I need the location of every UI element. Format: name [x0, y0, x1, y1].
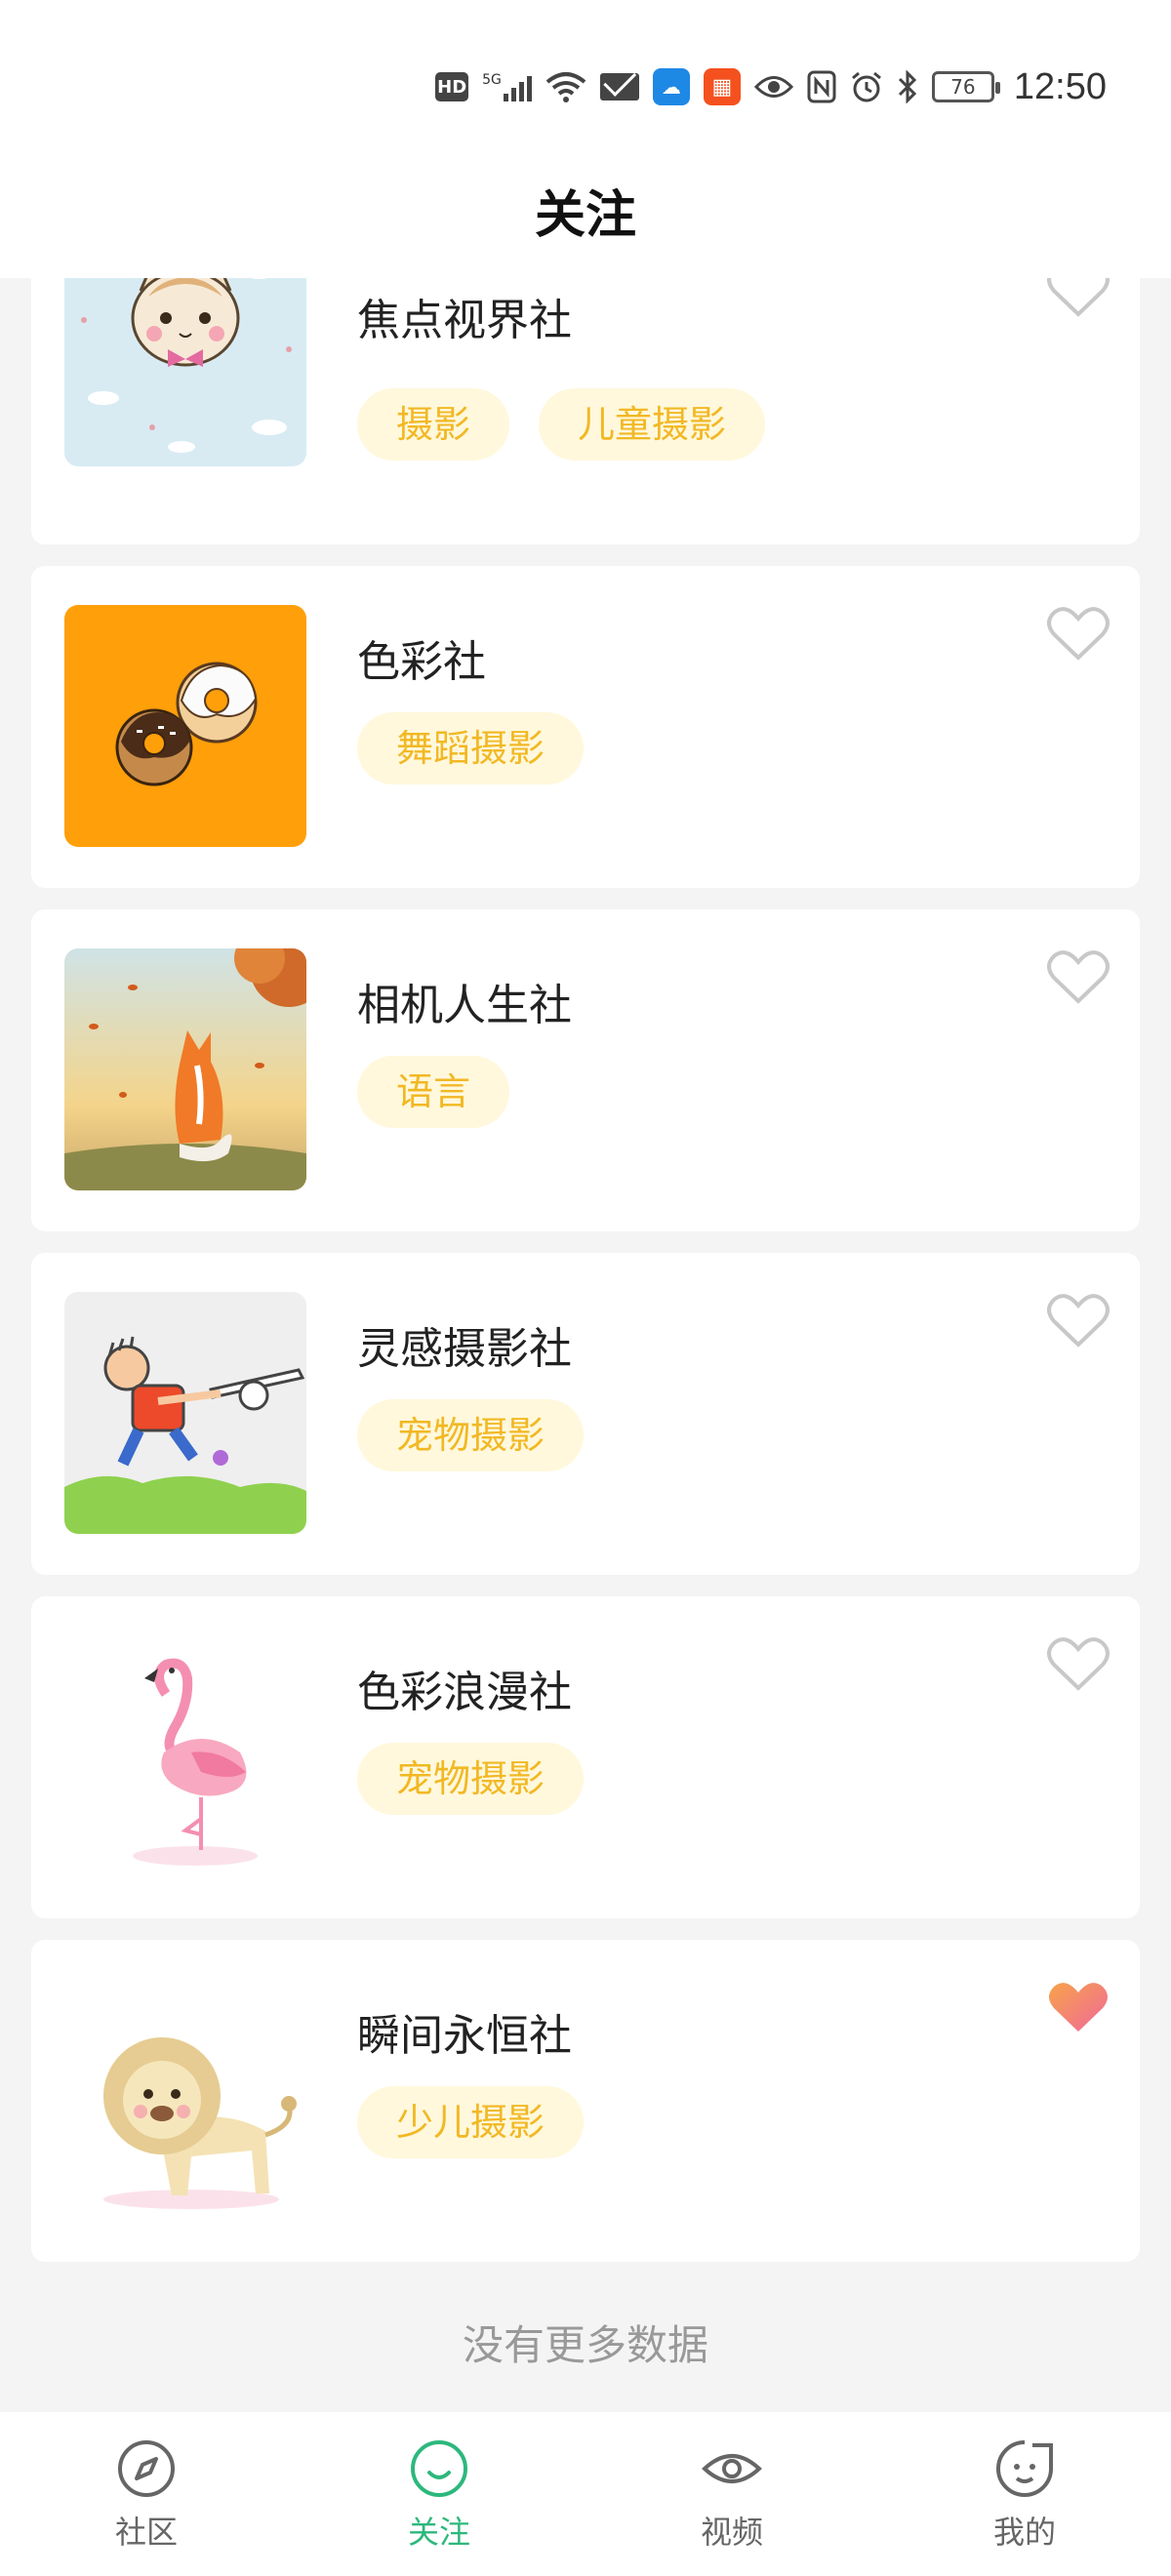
tag-list: 宠物摄影 — [357, 1399, 585, 1471]
tag-list: 少儿摄影 — [357, 2086, 585, 2158]
heart-icon[interactable] — [1046, 1292, 1110, 1350]
status-bar: HD 5G ☁ ▦ 76 12:50 — [435, 62, 1107, 111]
heart-icon[interactable] — [1046, 605, 1110, 664]
tab-community[interactable]: 社区 — [0, 2412, 293, 2576]
club-card[interactable]: 相机人生社 语言 — [31, 909, 1140, 1231]
club-name: 色彩社 — [357, 637, 486, 687]
bluetooth-icon — [897, 70, 918, 103]
hd-icon: HD — [435, 72, 469, 101]
page-title: 关注 — [534, 186, 636, 245]
weather-app-icon: ☁ — [652, 68, 690, 105]
club-card[interactable]: 焦点视界社 摄影 儿童摄影 — [31, 203, 1140, 544]
eye-comfort-icon — [753, 74, 793, 100]
fox-icon — [64, 948, 306, 1190]
club-name: 瞬间永恒社 — [357, 2011, 572, 2061]
tab-me[interactable]: 我的 — [878, 2412, 1171, 2576]
donut-icon — [64, 605, 306, 847]
tag[interactable]: 少儿摄影 — [357, 2086, 585, 2158]
tab-label: 关注 — [407, 2514, 470, 2551]
lion-icon — [64, 1979, 306, 2221]
heart-icon[interactable] — [1046, 948, 1110, 1007]
club-card[interactable]: 色彩浪漫社 宠物摄影 — [31, 1596, 1140, 1918]
smile-icon — [411, 2440, 467, 2497]
flamingo-icon — [64, 1635, 306, 1877]
mail-icon — [599, 73, 639, 101]
no-more-data-text: 没有更多数据 — [462, 2321, 708, 2369]
wifi-icon — [545, 70, 586, 103]
bottom-nav: 社区 关注 视频 我的 — [0, 2412, 1171, 2576]
club-card[interactable]: 灵感摄影社 宠物摄影 — [31, 1253, 1140, 1575]
alarm-icon — [850, 70, 883, 103]
tag[interactable]: 儿童摄影 — [539, 388, 766, 461]
face-icon — [996, 2440, 1053, 2497]
club-card[interactable]: 色彩社 舞蹈摄影 — [31, 566, 1140, 888]
tag[interactable]: 摄影 — [357, 388, 510, 461]
heart-filled-icon[interactable] — [1046, 1979, 1110, 2037]
page: HD 5G ☁ ▦ 76 12:50 关注 焦点视界社 摄影 儿童摄影 色彩社 … — [0, 0, 1171, 2576]
eye-icon — [702, 2454, 762, 2483]
top-bar: HD 5G ☁ ▦ 76 12:50 关注 — [0, 0, 1171, 278]
kid-icon — [64, 1292, 306, 1534]
tag-list: 宠物摄影 — [357, 1743, 585, 1815]
tag[interactable]: 宠物摄影 — [357, 1743, 585, 1815]
tab-label: 社区 — [114, 2514, 178, 2551]
cellular-signal-icon: 5G — [482, 72, 532, 101]
nfc-icon — [807, 70, 836, 103]
compass-icon — [118, 2440, 175, 2497]
app-notification-icon: ▦ — [703, 68, 741, 105]
tag-list: 语言 — [357, 1056, 510, 1128]
club-name: 相机人生社 — [357, 981, 572, 1030]
tab-following[interactable]: 关注 — [293, 2412, 586, 2576]
battery-icon: 76 — [931, 71, 1000, 102]
club-name: 焦点视界社 — [357, 296, 572, 345]
club-card[interactable]: 瞬间永恒社 少儿摄影 — [31, 1940, 1140, 2262]
tab-label: 视频 — [700, 2514, 763, 2551]
tab-label: 我的 — [992, 2514, 1056, 2551]
network-type: 5G — [482, 72, 502, 88]
tag-list: 舞蹈摄影 — [357, 712, 585, 785]
tag[interactable]: 语言 — [357, 1056, 510, 1128]
club-name: 灵感摄影社 — [357, 1324, 572, 1374]
club-name: 色彩浪漫社 — [357, 1668, 572, 1717]
tag[interactable]: 舞蹈摄影 — [357, 712, 585, 785]
tab-video[interactable]: 视频 — [586, 2412, 878, 2576]
clock: 12:50 — [1013, 65, 1107, 107]
tag[interactable]: 宠物摄影 — [357, 1399, 585, 1471]
heart-icon[interactable] — [1046, 1635, 1110, 1694]
tag-list: 摄影 儿童摄影 — [357, 388, 766, 461]
club-list: 焦点视界社 摄影 儿童摄影 色彩社 舞蹈摄影 相机人生社 语言 灵感摄影社 宠物… — [31, 203, 1140, 2283]
